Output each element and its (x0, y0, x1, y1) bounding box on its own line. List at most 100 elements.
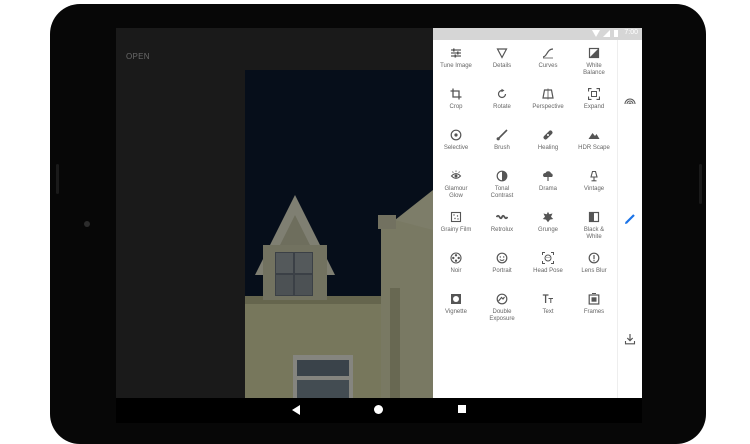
tool-label: Perspective (532, 104, 564, 110)
looks-icon[interactable] (623, 94, 637, 108)
tool-label: Brush (494, 145, 510, 151)
tool-selective[interactable]: Selective (433, 124, 479, 165)
wifi-icon (592, 30, 600, 37)
lens-blur-icon (587, 251, 601, 265)
expand-icon (587, 87, 601, 101)
tool-label: Tonal Contrast (490, 186, 514, 199)
tool-label: Grainy Film (440, 227, 472, 233)
tool-lens-blur[interactable]: Lens Blur (571, 247, 617, 288)
tool-crop[interactable]: Crop (433, 83, 479, 124)
double-exposure-icon (495, 292, 509, 306)
tool-brush[interactable]: Brush (479, 124, 525, 165)
tool-glamour-glow[interactable]: Glamour Glow (433, 165, 479, 206)
tool-perspective[interactable]: Perspective (525, 83, 571, 124)
tonal-contrast-icon (495, 169, 509, 183)
tool-tune-image[interactable]: Tune Image (433, 42, 479, 83)
tool-head-pose[interactable]: Head Pose (525, 247, 571, 288)
frames-icon (587, 292, 601, 306)
tools-panel: 7:00 Tune Image Details Curves White Bal… (433, 28, 642, 398)
drama-icon (541, 169, 555, 183)
grainy-film-icon (449, 210, 463, 224)
rotate-icon (495, 87, 509, 101)
text-icon (541, 292, 555, 306)
home-icon[interactable] (374, 405, 383, 414)
recents-icon[interactable] (458, 405, 466, 413)
grunge-icon (541, 210, 555, 224)
tool-black-white[interactable]: Black & White (571, 206, 617, 247)
tool-label: Vintage (583, 186, 605, 192)
black-white-icon (587, 210, 601, 224)
tool-curves[interactable]: Curves (525, 42, 571, 83)
portrait-icon (495, 251, 509, 265)
tool-double-exposure[interactable]: Double Exposure (479, 288, 525, 329)
tool-retrolux[interactable]: Retrolux (479, 206, 525, 247)
tool-label: HDR Scape (578, 145, 610, 151)
tool-rotate[interactable]: Rotate (479, 83, 525, 124)
tool-grainy-film[interactable]: Grainy Film (433, 206, 479, 247)
hdr-scape-icon (587, 128, 601, 142)
tool-label: Rotate (493, 104, 511, 110)
status-time: 7:00 (624, 29, 638, 36)
tool-tonal-contrast[interactable]: Tonal Contrast (479, 165, 525, 206)
tool-label: Vignette (445, 309, 467, 315)
vignette-icon (449, 292, 463, 306)
healing-icon (541, 128, 555, 142)
tools-grid: Tune Image Details Curves White Balance … (433, 42, 617, 329)
tool-vignette[interactable]: Vignette (433, 288, 479, 329)
tool-label: Frames (583, 309, 605, 315)
signal-icon (603, 30, 610, 37)
pencil-icon[interactable] (623, 212, 637, 226)
tool-label: Expand (583, 104, 605, 110)
vintage-icon (587, 169, 601, 183)
tool-label: Glamour Glow (444, 186, 468, 199)
white-balance-icon (587, 46, 601, 60)
tool-hdr-scape[interactable]: HDR Scape (571, 124, 617, 165)
tool-noir[interactable]: Noir (433, 247, 479, 288)
tool-label: Healing (537, 145, 559, 151)
tune-icon (449, 46, 463, 60)
tool-text[interactable]: Text (525, 288, 571, 329)
details-icon (495, 46, 509, 60)
tool-drama[interactable]: Drama (525, 165, 571, 206)
tool-label: Drama (538, 186, 557, 192)
tool-healing[interactable]: Healing (525, 124, 571, 165)
side-button-right (699, 164, 702, 204)
download-icon[interactable] (623, 332, 637, 346)
tool-label: Lens Blur (581, 268, 607, 274)
tool-grunge[interactable]: Grunge (525, 206, 571, 247)
noir-icon (449, 251, 463, 265)
tool-label: White Balance (583, 63, 605, 76)
tool-white-balance[interactable]: White Balance (571, 42, 617, 83)
glamour-glow-icon (449, 169, 463, 183)
tool-label: Double Exposure (489, 309, 515, 322)
head-pose-icon (541, 251, 555, 265)
tool-portrait[interactable]: Portrait (479, 247, 525, 288)
tool-label: Retrolux (490, 227, 514, 233)
tool-vintage[interactable]: Vintage (571, 165, 617, 206)
tool-label: Head Pose (533, 268, 563, 274)
retrolux-icon (495, 210, 509, 224)
tool-details[interactable]: Details (479, 42, 525, 83)
selective-icon (449, 128, 463, 142)
android-nav-bar (116, 398, 642, 423)
status-bar: 7:00 (433, 28, 642, 40)
tablet-screen: OPEN 7:00 Tune Image Details Curves Whit… (116, 28, 642, 423)
tool-label: Text (542, 309, 554, 315)
tool-label: Black & White (583, 227, 605, 240)
side-rail (617, 40, 642, 398)
tool-label: Tune Image (440, 63, 472, 69)
back-icon[interactable] (292, 405, 300, 415)
battery-icon (614, 30, 618, 37)
tool-label: Grunge (537, 227, 558, 233)
perspective-icon (541, 87, 555, 101)
tool-label: Details (492, 63, 512, 69)
tool-label: Crop (449, 104, 463, 110)
side-button-left (56, 164, 59, 194)
tool-expand[interactable]: Expand (571, 83, 617, 124)
tool-label: Curves (538, 63, 558, 69)
editor-canvas: OPEN (116, 28, 433, 398)
brush-icon (495, 128, 509, 142)
dim-overlay (116, 28, 433, 398)
tool-label: Noir (450, 268, 462, 274)
tool-frames[interactable]: Frames (571, 288, 617, 329)
